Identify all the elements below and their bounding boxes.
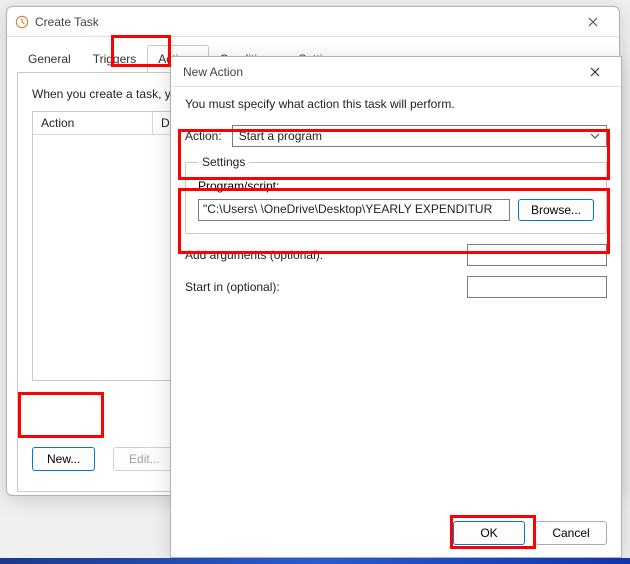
- startin-label: Start in (optional):: [185, 280, 457, 294]
- settings-fieldset: Settings Program/script: "C:\Users\ \One…: [185, 155, 607, 234]
- dialog-body: You must specify what action this task w…: [171, 87, 621, 557]
- chevron-down-icon: [590, 132, 600, 140]
- new-button[interactable]: New...: [32, 447, 95, 471]
- settings-legend: Settings: [198, 155, 249, 169]
- clock-icon: [15, 15, 29, 29]
- arguments-input[interactable]: [467, 244, 607, 266]
- button-row: New... Edit...: [32, 447, 175, 471]
- startin-input[interactable]: [467, 276, 607, 298]
- program-label: Program/script:: [198, 179, 594, 193]
- action-label: Action:: [185, 129, 222, 143]
- close-button[interactable]: [575, 10, 611, 34]
- taskbar-edge: [0, 558, 630, 564]
- ok-button[interactable]: OK: [453, 521, 525, 545]
- help-text: You must specify what action this task w…: [185, 97, 607, 111]
- close-icon: [588, 17, 598, 27]
- program-row: "C:\Users\ \OneDrive\Desktop\YEARLY EXPE…: [198, 199, 594, 221]
- new-action-dialog: New Action You must specify what action …: [170, 56, 622, 558]
- edit-button: Edit...: [113, 447, 175, 471]
- dialog-buttons: OK Cancel: [453, 521, 607, 545]
- tab-triggers[interactable]: Triggers: [82, 45, 148, 72]
- arguments-label: Add arguments (optional):: [185, 248, 457, 262]
- dialog-title: New Action: [179, 65, 577, 79]
- dialog-titlebar: New Action: [171, 57, 621, 87]
- arguments-row: Add arguments (optional):: [185, 244, 607, 266]
- titlebar: Create Task: [7, 7, 619, 37]
- col-action[interactable]: Action: [33, 112, 153, 134]
- browse-button[interactable]: Browse...: [518, 199, 594, 221]
- action-select[interactable]: Start a program: [232, 125, 607, 147]
- cancel-button[interactable]: Cancel: [535, 521, 607, 545]
- close-icon: [590, 67, 600, 77]
- window-title: Create Task: [35, 15, 575, 29]
- dialog-close-button[interactable]: [577, 60, 613, 84]
- tab-general[interactable]: General: [17, 45, 82, 72]
- action-selected-value: Start a program: [239, 129, 322, 143]
- startin-row: Start in (optional):: [185, 276, 607, 298]
- program-input[interactable]: "C:\Users\ \OneDrive\Desktop\YEARLY EXPE…: [198, 199, 510, 221]
- action-row: Action: Start a program: [185, 125, 607, 147]
